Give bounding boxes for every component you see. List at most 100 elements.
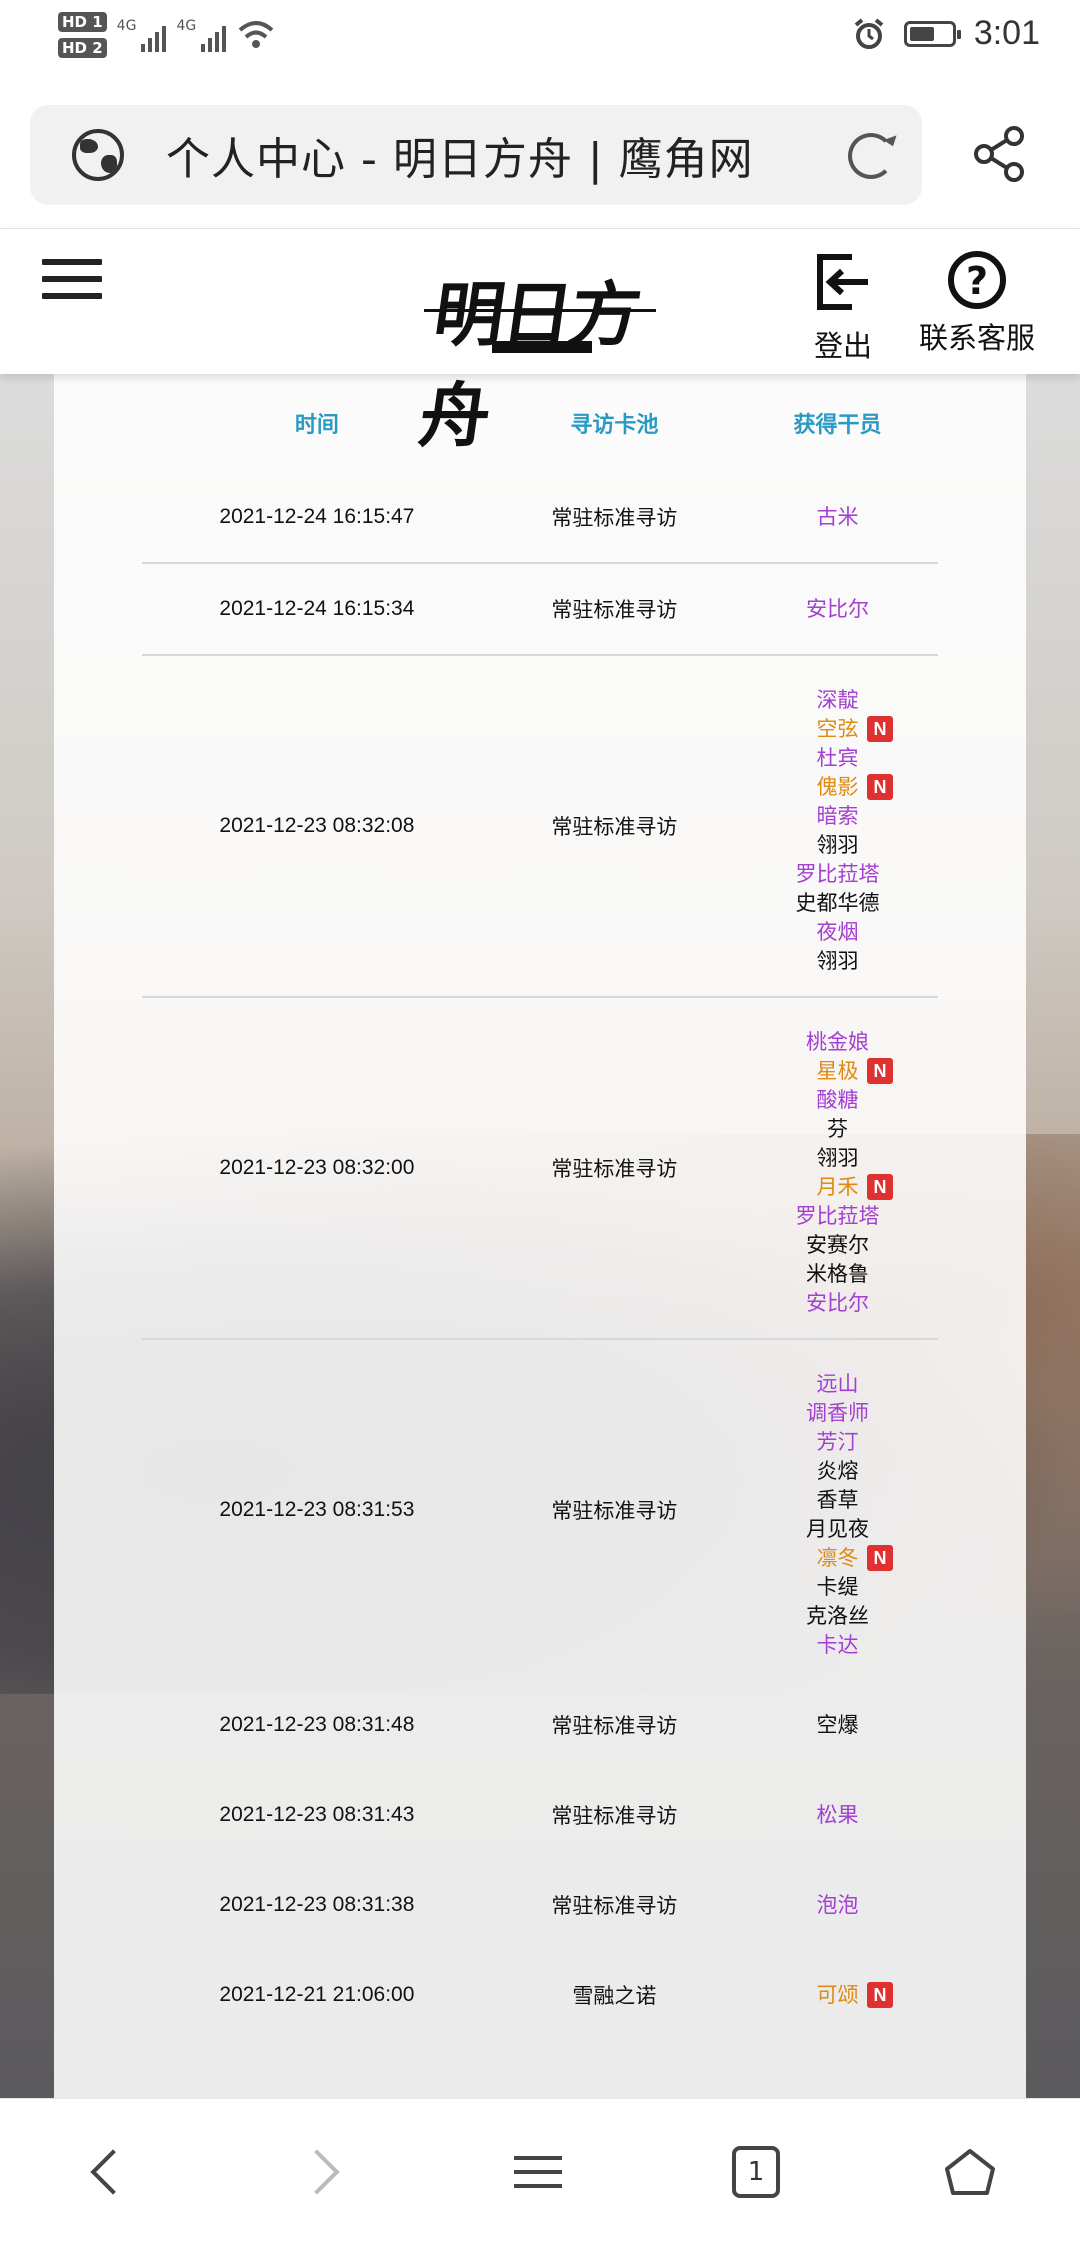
operator-label: 空爆 — [816, 1713, 859, 1737]
logout-label: 登出 — [813, 329, 872, 363]
operator-name: 芳汀 — [737, 1428, 938, 1457]
operator-label: 克洛丝 — [805, 1605, 869, 1628]
cell-pool: 常驻标准寻访 — [551, 1805, 678, 1828]
alarm-icon — [854, 17, 884, 49]
cell-operators: 安比尔 — [736, 563, 938, 656]
home-button[interactable] — [910, 2099, 1030, 2245]
cell-time: 2021-12-23 08:32:08 — [142, 655, 492, 998]
menu-icon[interactable] — [42, 259, 102, 307]
operator-label: 酸糖 — [816, 1089, 859, 1112]
operator-name: 芬 — [737, 1115, 938, 1144]
new-badge: N — [866, 1058, 893, 1084]
operator-name: 泡泡 — [737, 1891, 938, 1920]
operator-label: 翎羽 — [816, 1147, 859, 1170]
cell-pool: 常驻标准寻访 — [491, 655, 737, 998]
operator-label: 星极 — [816, 1060, 859, 1083]
reload-icon[interactable] — [848, 133, 894, 179]
operator-name: 翎羽 — [737, 831, 938, 860]
table-row: 2021-12-23 08:31:53 常驻标准寻访 远山 调香师 芳汀 炎熔 香草 月见夜凛… — [142, 1339, 938, 1680]
operator-label: 调香师 — [805, 1402, 869, 1425]
operator-label: 米格鲁 — [805, 1263, 869, 1286]
operator-name: 香草 — [737, 1486, 938, 1515]
share-icon[interactable] — [970, 124, 1030, 184]
operator-name: 星极 N — [737, 1057, 938, 1086]
cell-time: 2021-12-23 08:32:00 — [142, 997, 492, 1340]
operator-label: 凛冬 — [816, 1547, 859, 1570]
operator-name: 史都华德 — [737, 889, 938, 918]
operator-label: 桃金娘 — [805, 1031, 869, 1054]
tab-count: 1 — [732, 2146, 780, 2198]
cell-time: 2021-12-24 16:15:47 — [142, 472, 492, 564]
new-badge: N — [866, 716, 893, 742]
hamburger-icon — [514, 2146, 562, 2198]
operator-label: 傀影 — [816, 776, 859, 799]
operator-name: 安比尔 — [737, 1289, 938, 1318]
operator-label: 芳汀 — [816, 1431, 859, 1454]
arknights-logo[interactable]: 明日方舟 — [414, 249, 660, 457]
operator-label: 炎熔 — [816, 1460, 859, 1483]
operator-name: 安赛尔 — [737, 1231, 938, 1260]
operator-name: 月见夜 — [737, 1515, 938, 1544]
cell-pool: 常驻标准寻访 — [491, 472, 737, 564]
operator-label: 松果 — [816, 1803, 859, 1827]
operator-name: 凛冬 N — [737, 1544, 938, 1573]
back-button[interactable] — [48, 2099, 168, 2245]
home-icon — [945, 2149, 995, 2195]
operator-label: 香草 — [816, 1489, 859, 1512]
operator-label: 夜烟 — [816, 921, 859, 944]
forward-button[interactable] — [262, 2099, 382, 2245]
page-title[interactable]: 个人中心 - 明日方舟 | 鹰角网 — [166, 123, 754, 187]
signal-icon-2: 4G — [176, 18, 227, 52]
operator-name: 罗比菈塔 — [737, 860, 938, 889]
operator-label: 芬 — [826, 1118, 848, 1141]
operator-name: 傀影 N — [737, 773, 938, 802]
cell-time: 2021-12-23 08:31:43 — [219, 1803, 415, 1826]
operator-name: 可颂 N — [737, 1981, 938, 2010]
operator-label: 安比尔 — [805, 597, 869, 621]
operator-label: 月见夜 — [805, 1518, 869, 1541]
globe-icon — [72, 129, 124, 181]
gacha-history-panel: 时间 寻访卡池 获得干员 2021-12-24 16:15:47 常驻标准寻访 古米… — [54, 374, 1026, 2098]
sim2-badge: HD 2 — [58, 38, 107, 58]
tabs-button[interactable]: 1 — [696, 2099, 816, 2245]
gacha-history-table: 时间 寻访卡池 获得干员 2021-12-24 16:15:47 常驻标准寻访 古米… — [142, 374, 938, 2040]
browser-bottom-nav: 1 — [0, 2098, 1080, 2245]
back-icon — [90, 2149, 136, 2195]
status-bar: HD 1 HD 2 4G 4G 3:01 — [0, 0, 1080, 80]
network-type-2: 4G — [176, 18, 197, 34]
operator-name: 炎熔 — [737, 1457, 938, 1486]
operator-name: 罗比菈塔 — [737, 1202, 938, 1231]
operator-name: 杜宾 — [737, 744, 938, 773]
cell-time: 2021-12-21 21:06:00 — [219, 1983, 415, 2006]
help-icon: ? — [948, 251, 1006, 309]
address-bar[interactable]: 个人中心 - 明日方舟 | 鹰角网 — [30, 105, 922, 205]
cell-operators: 古米 — [736, 472, 938, 564]
customer-service-button[interactable]: ? 联系客服 — [918, 251, 1036, 357]
cell-pool: 常驻标准寻访 — [491, 563, 737, 656]
battery-icon — [903, 20, 961, 47]
logout-button[interactable]: 登出 — [808, 251, 878, 365]
operator-name: 空弦 N — [737, 715, 938, 744]
operator-name: 夜烟 — [737, 918, 938, 947]
operator-label: 空弦 — [816, 718, 859, 741]
operator-name: 翎羽 — [737, 947, 938, 976]
menu-button[interactable] — [478, 2099, 598, 2245]
signal-icon: 4G — [117, 18, 167, 52]
cell-time: 2021-12-23 08:31:48 — [219, 1713, 415, 1736]
operator-name: 远山 — [737, 1370, 938, 1399]
operator-label: 罗比菈塔 — [795, 863, 880, 886]
site-header: 明日方舟 登出 ? 联系客服 — [0, 229, 1080, 457]
operator-name: 暗索 — [737, 802, 938, 831]
cell-operators: 松果 — [737, 1770, 938, 1860]
table-row: 2021-12-24 16:15:34 常驻标准寻访 安比尔 — [142, 563, 938, 656]
cell-operators: 远山 调香师 芳汀 炎熔 香草 月见夜 凛冬 N 卡缇 克洛丝 卡达 — [737, 1339, 938, 1680]
operator-name: 翎羽 — [737, 1144, 938, 1173]
operator-name: 安比尔 — [737, 595, 938, 624]
sim1-badge: HD 1 — [58, 12, 107, 32]
cell-time: 2021-12-23 08:31:38 — [219, 1893, 415, 1916]
new-badge: N — [866, 1545, 893, 1571]
cell-operators: 可颂 N — [737, 1950, 938, 2040]
operator-label: 泡泡 — [816, 1893, 859, 1917]
operator-label: 深靛 — [816, 689, 859, 712]
new-badge: N — [866, 1981, 893, 2008]
